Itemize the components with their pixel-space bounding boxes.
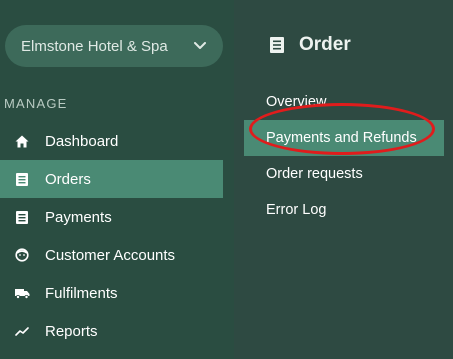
sidebar-item-label: Orders: [45, 170, 91, 188]
venue-name: Elmstone Hotel & Spa: [21, 37, 168, 55]
sidebar-item-reports[interactable]: Reports: [0, 312, 223, 350]
panel-title-text: Order: [299, 34, 351, 55]
sidebar-item-orders[interactable]: Orders: [0, 160, 223, 198]
sidebar-item-dashboard[interactable]: Dashboard: [0, 122, 223, 160]
trend-icon: [14, 323, 30, 339]
chevron-down-icon: [193, 39, 207, 53]
venue-selector[interactable]: Elmstone Hotel & Spa: [5, 25, 223, 67]
section-heading-manage: MANAGE: [4, 96, 68, 111]
list-icon: [270, 36, 286, 54]
list-icon: [14, 209, 30, 225]
sidebar-item-label: Dashboard: [45, 132, 119, 150]
sidebar-item-customer-accounts[interactable]: Customer Accounts: [0, 236, 223, 274]
sidebar-item-label: Customer Accounts: [45, 246, 176, 264]
panel-title: Order: [270, 34, 351, 56]
home-icon: [14, 133, 30, 149]
face-icon: [14, 247, 30, 263]
sidebar-item-label: Fulfilments: [45, 284, 118, 302]
sidebar-item-label: Payments: [45, 208, 112, 226]
subnav-item-order-requests[interactable]: Order requests: [244, 156, 444, 192]
app: Elmstone Hotel & Spa MANAGE Dashboard Or…: [0, 0, 453, 359]
sidebar-item-label: Reports: [45, 322, 98, 340]
subnav-item-overview[interactable]: Overview: [244, 84, 444, 120]
subnav-item-error-log[interactable]: Error Log: [244, 192, 444, 228]
sidebar-item-payments[interactable]: Payments: [0, 198, 223, 236]
order-subnav: Overview Payments and Refunds Order requ…: [244, 84, 444, 228]
sidebar-item-fulfilments[interactable]: Fulfilments: [0, 274, 223, 312]
list-icon: [14, 171, 30, 187]
subnav-item-payments-and-refunds[interactable]: Payments and Refunds: [244, 120, 444, 156]
sidebar: Elmstone Hotel & Spa MANAGE Dashboard Or…: [0, 0, 234, 359]
order-panel: Order Overview Payments and Refunds Orde…: [234, 0, 453, 359]
sidebar-nav: Dashboard Orders Payments Customer Accou…: [0, 122, 234, 350]
truck-icon: [14, 285, 30, 301]
